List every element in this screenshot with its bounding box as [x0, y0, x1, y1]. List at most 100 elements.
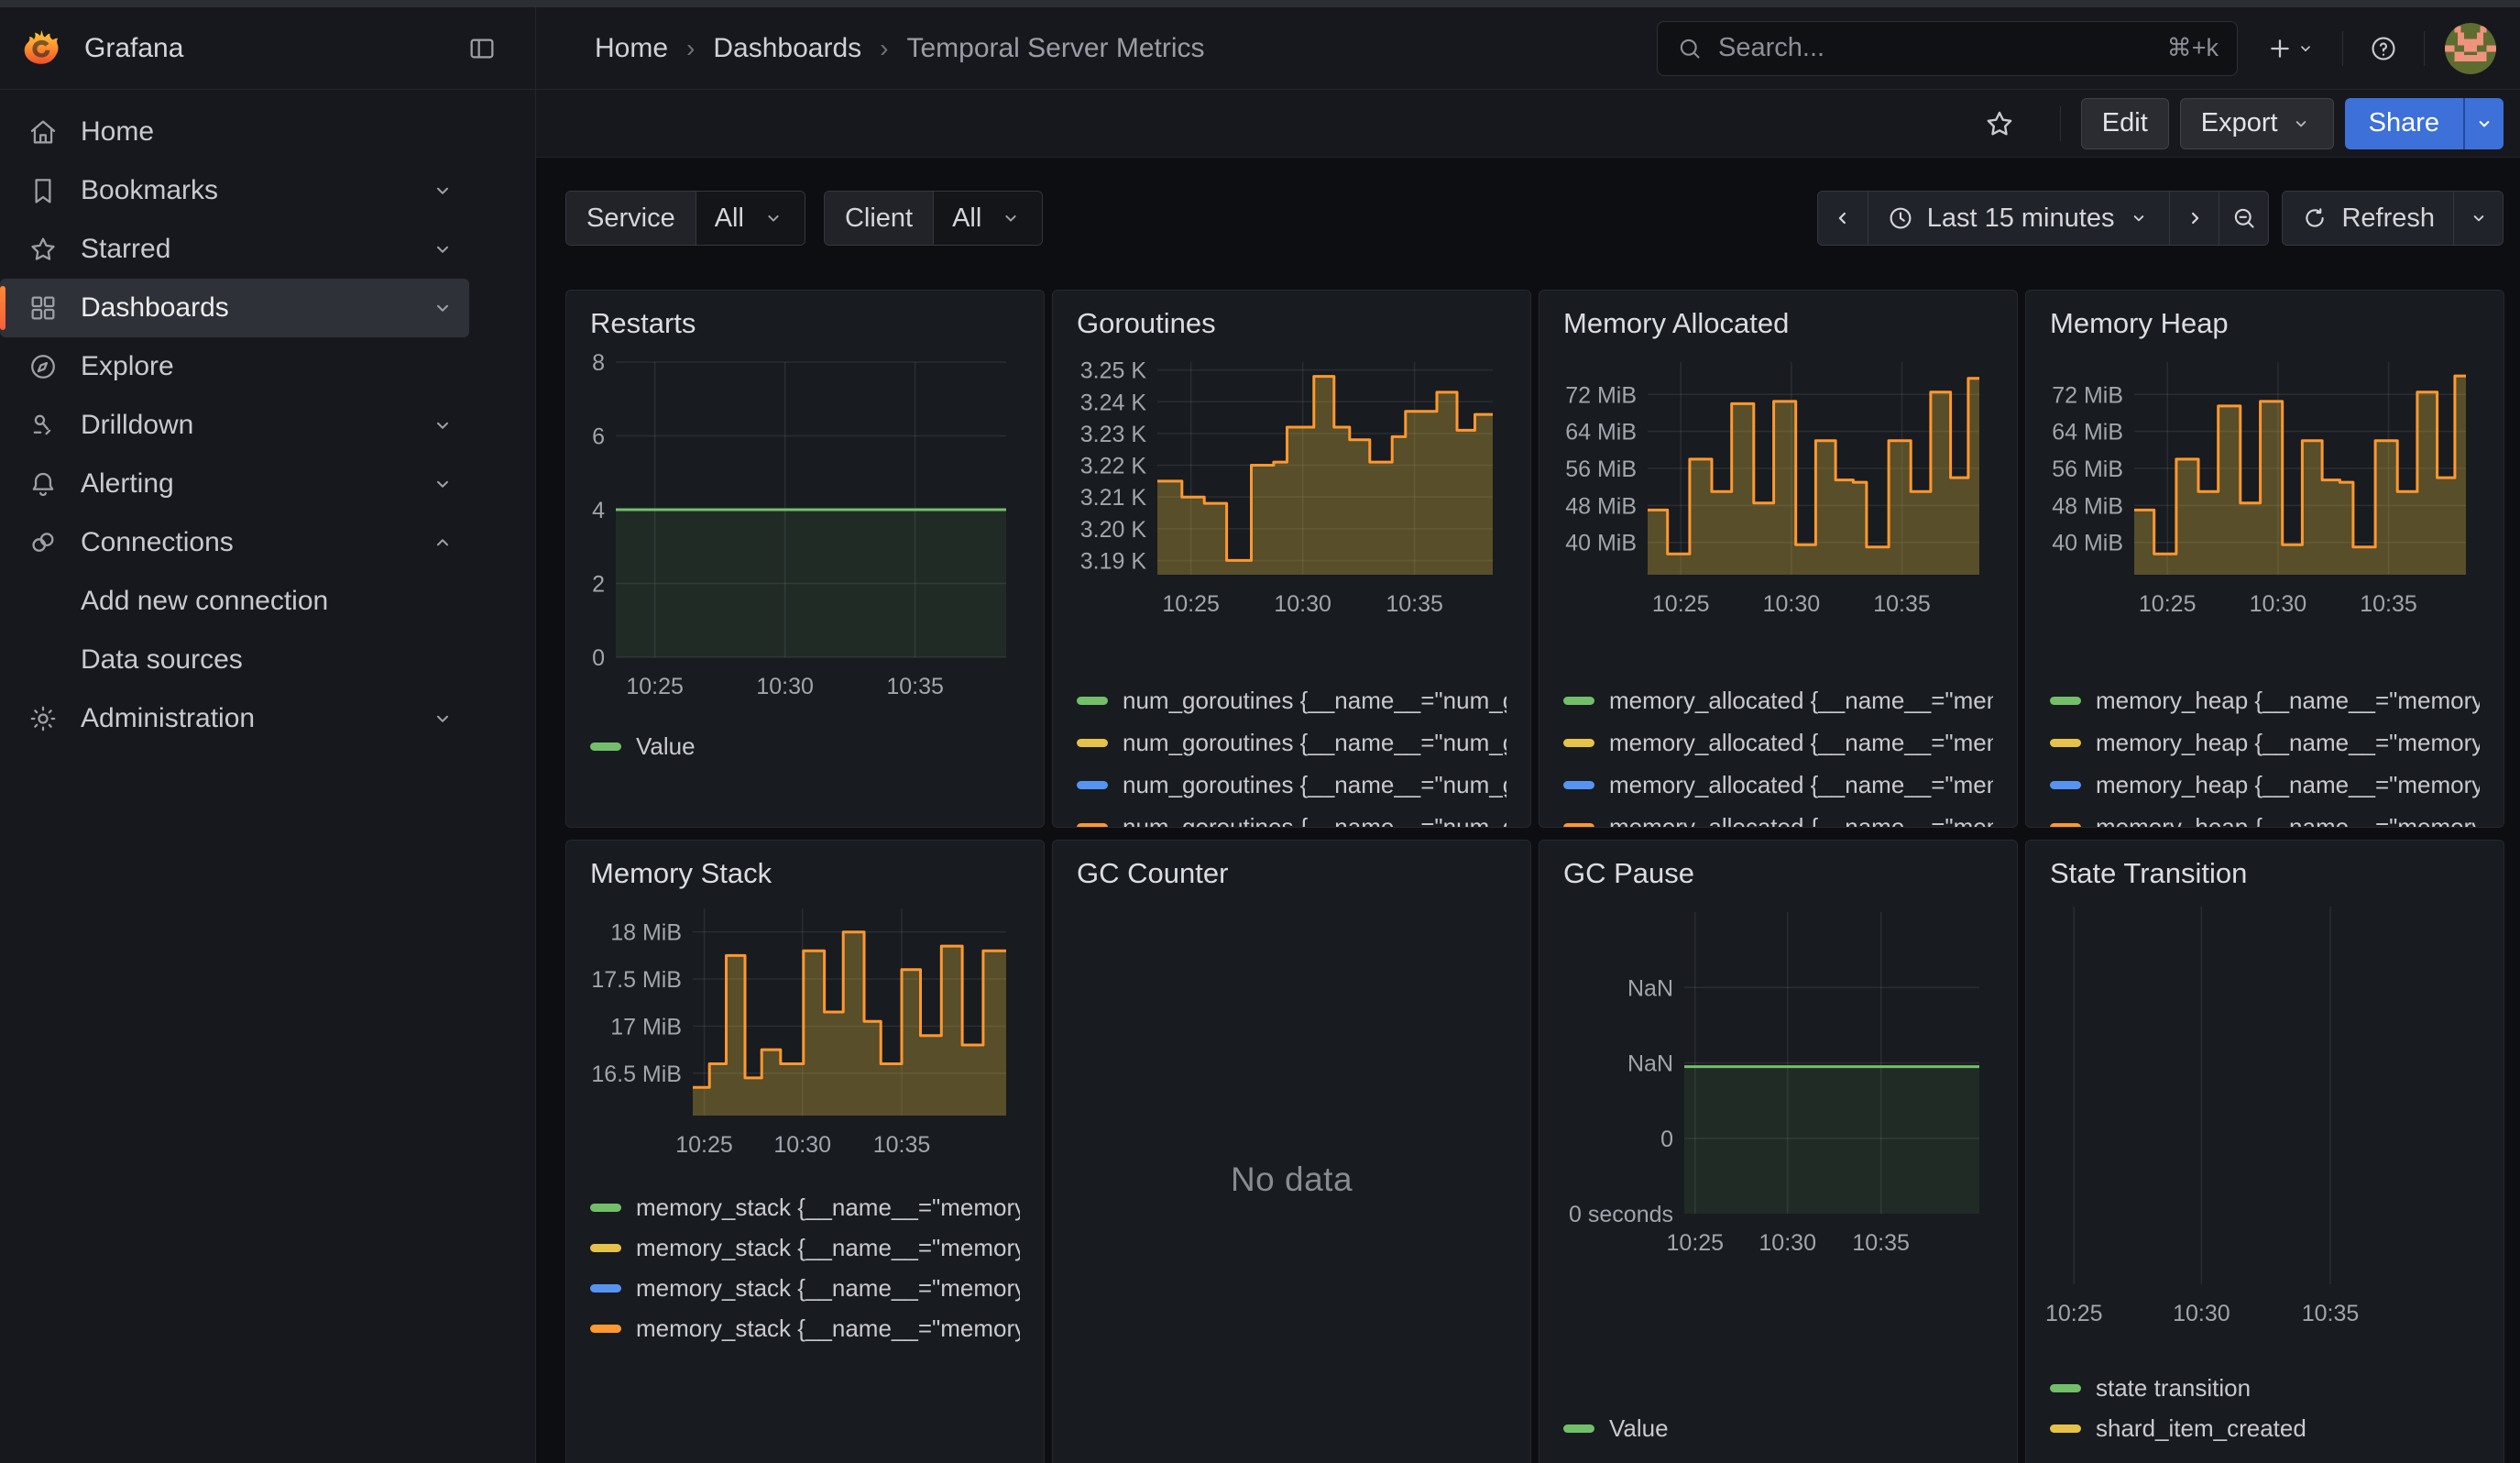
chart-area: 10:2510:3010:350 seconds0NaNNaN: [1539, 894, 2017, 1267]
sidebar-item-label: Bookmarks: [81, 175, 218, 206]
legend-marker: [1077, 739, 1108, 747]
legend-item[interactable]: Value: [590, 725, 1020, 767]
share-button[interactable]: Share: [2345, 98, 2463, 149]
legend-label: memory_allocated {__name__="memo: [1609, 813, 1993, 829]
legend-item[interactable]: num_goroutines {__name__="num_go: [1077, 806, 1507, 828]
legend-item[interactable]: memory_stack {__name__="memory_s: [590, 1268, 1020, 1308]
y-axis-tick: 3.19 K: [1080, 548, 1147, 574]
chart-canvas[interactable]: 10:2510:3010:3502468: [590, 344, 1044, 710]
panel-title[interactable]: GC Counter: [1053, 841, 1530, 890]
add-new-button[interactable]: [2260, 28, 2322, 69]
x-axis-tick: 10:35: [886, 674, 944, 699]
time-shift-forward-button[interactable]: [2169, 192, 2219, 245]
panel-title[interactable]: GC Pause: [1539, 841, 2017, 890]
legend-item[interactable]: num_goroutines {__name__="num_go: [1077, 764, 1507, 806]
chart-area: 10:2510:3010:353.19 K3.20 K3.21 K3.22 K3…: [1053, 344, 1530, 628]
legend-item[interactable]: memory_stack {__name__="memory_s: [590, 1187, 1020, 1227]
breadcrumb-current: Temporal Server Metrics: [906, 33, 1204, 64]
y-axis-tick: 64 MiB: [1565, 420, 1637, 446]
y-axis-tick: 0 seconds: [1569, 1202, 1673, 1227]
favorite-star-icon[interactable]: [1978, 102, 2021, 146]
x-axis-tick: 10:35: [1873, 591, 1931, 617]
legend-item[interactable]: memory_allocated {__name__="memo: [1563, 679, 1993, 721]
legend-label: memory_stack {__name__="memory_s: [636, 1194, 1020, 1222]
legend-item[interactable]: memory_stack {__name__="memory_s: [590, 1227, 1020, 1268]
grafana-app: Grafana HomeBookmarksStarredDashboardsEx…: [0, 7, 2520, 1463]
time-shift-back-button[interactable]: [1818, 192, 1868, 245]
filter-service[interactable]: ServiceAll: [565, 191, 805, 246]
chart-canvas[interactable]: 10:2510:3010:3516.5 MiB17 MiB17.5 MiB18 …: [590, 894, 1044, 1169]
legend-item[interactable]: memory_stack {__name__="memory_s: [590, 1308, 1020, 1348]
legend-item[interactable]: memory_heap {__name__="memory_h: [2050, 806, 2480, 828]
dashboard-actions-bar: Edit Export Share: [536, 90, 2520, 158]
panel-title[interactable]: Goroutines: [1053, 291, 1530, 340]
edit-button[interactable]: Edit: [2081, 98, 2169, 149]
x-axis-tick: 10:35: [2360, 591, 2417, 617]
y-axis-tick: 3.20 K: [1080, 517, 1147, 543]
x-axis-tick: 10:25: [1162, 591, 1220, 617]
legend-marker: [590, 1325, 621, 1333]
breadcrumb-home[interactable]: Home: [595, 33, 668, 64]
export-button[interactable]: Export: [2180, 98, 2334, 149]
legend-marker: [2050, 823, 2081, 829]
legend-item[interactable]: num_goroutines {__name__="num_go: [1077, 679, 1507, 721]
legend-item[interactable]: num_goroutines {__name__="num_go: [1077, 721, 1507, 764]
dock-sidebar-icon[interactable]: [462, 28, 502, 69]
legend-label: memory_heap {__name__="memory_h: [2096, 729, 2480, 757]
y-axis-tick: 40 MiB: [2052, 531, 2123, 556]
sidebar-item-add-new-connection[interactable]: Add new connection: [0, 572, 469, 631]
legend-item[interactable]: memory_heap {__name__="memory_h: [2050, 764, 2480, 806]
breadcrumb-dashboards[interactable]: Dashboards: [713, 33, 861, 64]
legend-item[interactable]: memory_allocated {__name__="memo: [1563, 806, 1993, 828]
sidebar-item-starred[interactable]: Starred: [0, 220, 469, 279]
filter-value-select[interactable]: All: [696, 192, 805, 245]
y-axis-tick: 16.5 MiB: [591, 1062, 682, 1087]
sidebar-item-bookmarks[interactable]: Bookmarks: [0, 161, 469, 220]
legend-label: num_goroutines {__name__="num_go: [1123, 687, 1507, 715]
sidebar-item-administration[interactable]: Administration: [0, 689, 469, 748]
panel-title[interactable]: Memory Allocated: [1539, 291, 2017, 340]
legend-item[interactable]: shard_item_created: [2050, 1408, 2480, 1448]
panel-title[interactable]: Memory Stack: [566, 841, 1044, 890]
connections-icon: [27, 527, 59, 558]
sidebar-item-drilldown[interactable]: Drilldown: [0, 396, 469, 455]
user-avatar[interactable]: [2445, 23, 2496, 74]
time-range-picker[interactable]: Last 15 minutes: [1868, 192, 2170, 245]
sidebar-item-data-sources[interactable]: Data sources: [0, 631, 469, 689]
panel-title[interactable]: Restarts: [566, 291, 1044, 340]
legend-item[interactable]: memory_allocated {__name__="memo: [1563, 721, 1993, 764]
filter-value-select[interactable]: All: [933, 192, 1042, 245]
legend-item[interactable]: memory_heap {__name__="memory_h: [2050, 679, 2480, 721]
chevron-down-icon: [2127, 206, 2151, 230]
top-header: Home › Dashboards › Temporal Server Metr…: [536, 7, 2520, 90]
help-icon[interactable]: [2363, 28, 2404, 69]
x-axis-tick: 10:30: [773, 1132, 831, 1158]
legend-item[interactable]: memory_heap {__name__="memory_h: [2050, 721, 2480, 764]
share-menu-button[interactable]: [2463, 98, 2504, 149]
sidebar-item-connections[interactable]: Connections: [0, 513, 469, 572]
chart-canvas[interactable]: 10:2510:3010:3540 MiB48 MiB56 MiB64 MiB7…: [1563, 344, 2017, 628]
chart-canvas[interactable]: 10:2510:3010:350 seconds0NaNNaN: [1563, 894, 2017, 1267]
panel-title[interactable]: State Transition: [2026, 841, 2504, 890]
zoom-out-icon[interactable]: [2219, 192, 2268, 245]
sidebar-item-explore[interactable]: Explore: [0, 337, 469, 396]
legend-item[interactable]: state transition: [2050, 1368, 2480, 1408]
legend-item[interactable]: Value: [1563, 1408, 1993, 1448]
sidebar-item-dashboards[interactable]: Dashboards: [0, 279, 469, 337]
chart-canvas[interactable]: 10:2510:3010:3540 MiB48 MiB56 MiB64 MiB7…: [2050, 344, 2504, 628]
search-input[interactable]: Search... ⌘+k: [1657, 21, 2238, 76]
y-axis-tick: 3.22 K: [1080, 454, 1147, 479]
legend-item[interactable]: memory_allocated {__name__="memo: [1563, 764, 1993, 806]
sidebar-item-home[interactable]: Home: [0, 103, 469, 161]
chart-canvas[interactable]: 10:2510:3010:353.19 K3.20 K3.21 K3.22 K3…: [1077, 344, 1530, 628]
panel-memory_stack: Memory Stack10:2510:3010:3516.5 MiB17 Mi…: [565, 840, 1045, 1463]
chart-canvas[interactable]: 10:2510:3010:35: [2050, 894, 2504, 1337]
sidebar-item-alerting[interactable]: Alerting: [0, 455, 469, 513]
refresh-button[interactable]: Refresh: [2283, 192, 2453, 245]
panel-title[interactable]: Memory Heap: [2026, 291, 2504, 340]
refresh-interval-button[interactable]: [2453, 192, 2503, 245]
grafana-logo-icon[interactable]: [20, 28, 62, 70]
chevron-down-icon: [429, 470, 456, 498]
filter-client[interactable]: ClientAll: [824, 191, 1043, 246]
legend-marker: [1563, 781, 1594, 789]
